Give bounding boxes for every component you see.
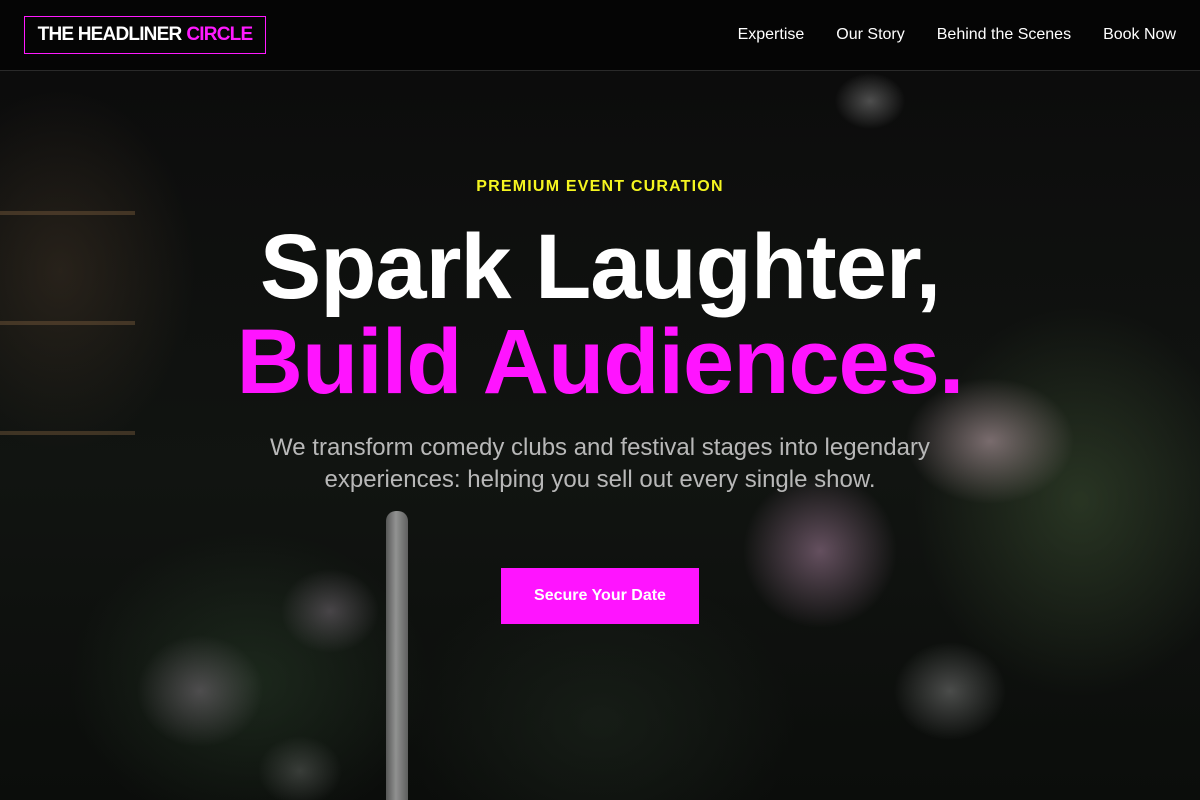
hero-title-line-1: Spark Laughter, bbox=[259, 216, 941, 318]
hero-section: PREMIUM EVENT CURATION Spark Laughter, B… bbox=[0, 71, 1200, 800]
logo-accent-text: CIRCLE bbox=[186, 24, 253, 45]
hero-content: PREMIUM EVENT CURATION Spark Laughter, B… bbox=[0, 71, 1200, 800]
nav-link-book-now[interactable]: Book Now bbox=[1103, 26, 1176, 44]
hero-title-line-2: Build Audiences. bbox=[236, 311, 965, 413]
secure-date-button[interactable]: Secure Your Date bbox=[501, 568, 699, 624]
logo-primary-text: THE HEADLINER bbox=[37, 24, 183, 45]
site-header: THE HEADLINER CIRCLE Expertise Our Story… bbox=[0, 0, 1200, 71]
brand-logo[interactable]: THE HEADLINER CIRCLE bbox=[24, 16, 266, 54]
nav-link-expertise[interactable]: Expertise bbox=[738, 26, 805, 44]
hero-eyebrow: PREMIUM EVENT CURATION bbox=[476, 178, 724, 195]
hero-subtitle: We transform comedy clubs and festival s… bbox=[270, 434, 930, 493]
nav-link-our-story[interactable]: Our Story bbox=[836, 26, 904, 44]
nav-link-behind-the-scenes[interactable]: Behind the Scenes bbox=[937, 26, 1071, 44]
main-nav: Expertise Our Story Behind the Scenes Bo… bbox=[738, 0, 1176, 70]
